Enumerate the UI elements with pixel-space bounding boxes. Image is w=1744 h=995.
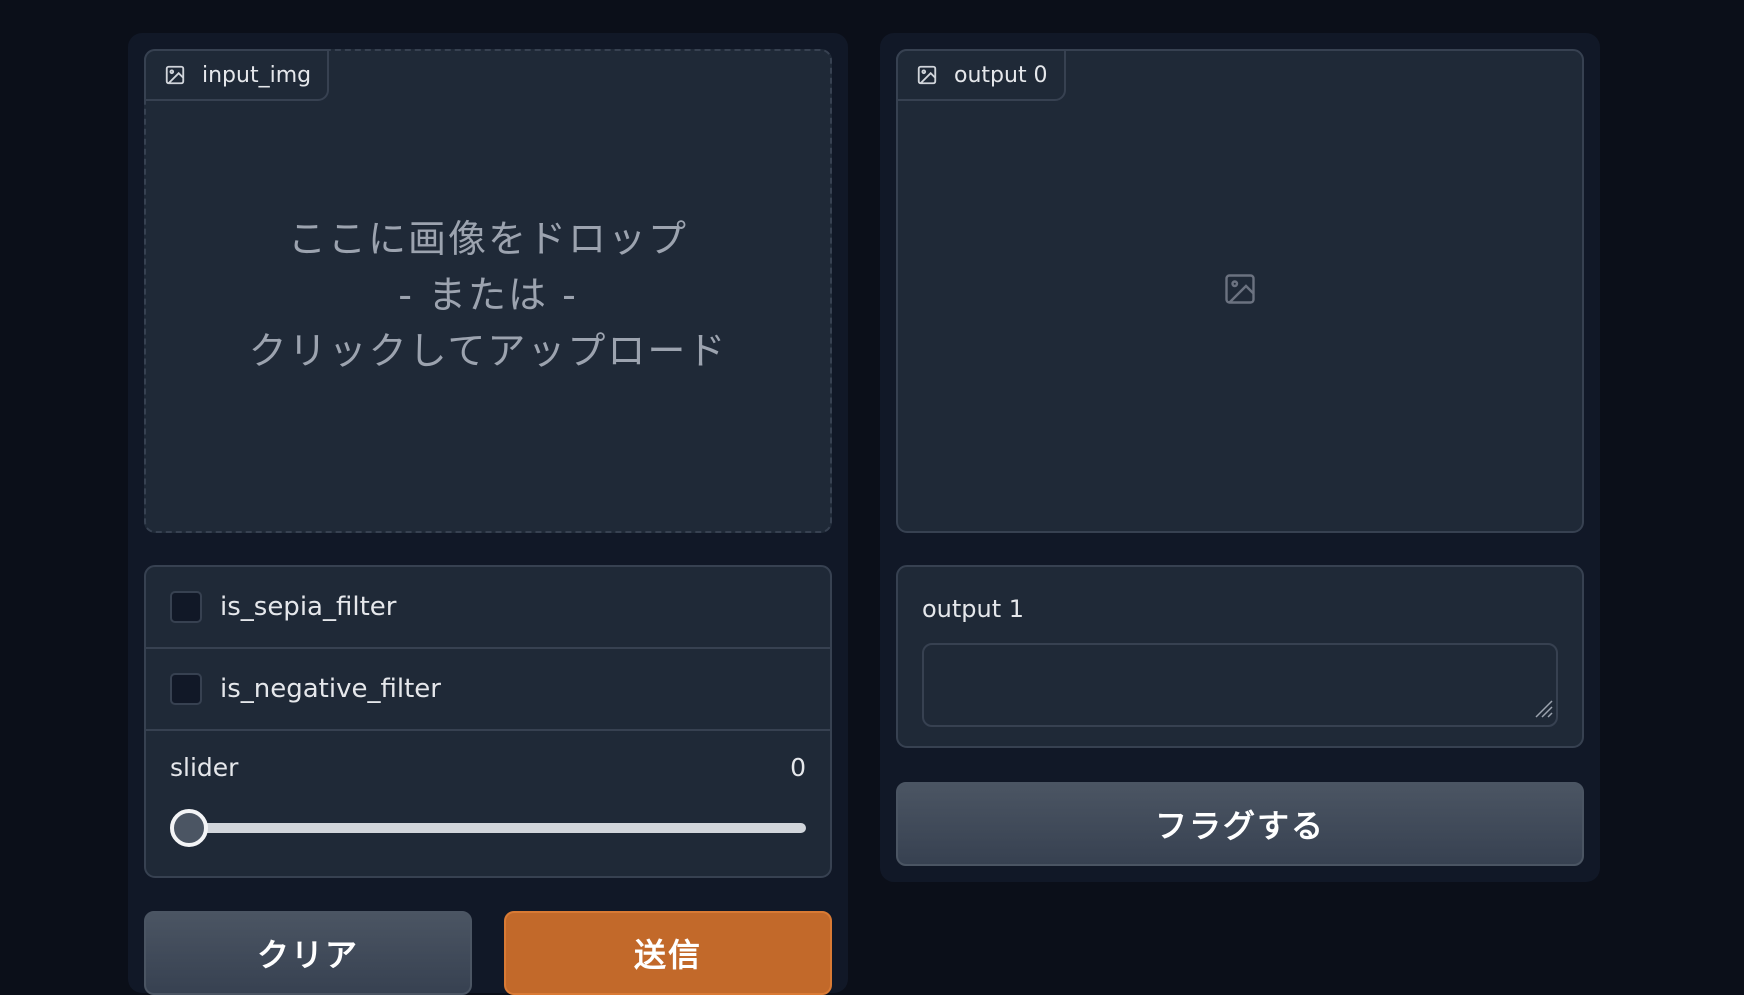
slider-control: slider 0 — [146, 731, 830, 878]
input-panel: input_img ここに画像をドロップ - または - クリックしてアップロー… — [128, 33, 848, 995]
drop-text-line2: - または - — [398, 273, 578, 317]
input-image-label: input_img — [144, 49, 330, 101]
output-image-label: output 0 — [896, 49, 1066, 101]
sepia-filter-checkbox[interactable] — [170, 591, 202, 623]
negative-filter-checkbox[interactable] — [170, 673, 202, 705]
sepia-filter-label: is_sepia_filter — [220, 592, 397, 622]
sepia-filter-row[interactable]: is_sepia_filter — [146, 567, 830, 649]
submit-button[interactable]: 送信 — [504, 911, 832, 995]
output-panel: output 0 output 1 フラグする — [880, 33, 1600, 882]
slider-label: slider — [170, 753, 239, 782]
slider-thumb[interactable] — [170, 809, 208, 847]
output-text-block: output 1 — [896, 565, 1584, 748]
output-textarea[interactable] — [922, 643, 1558, 727]
clear-button[interactable]: クリア — [144, 911, 472, 995]
negative-filter-label: is_negative_filter — [220, 674, 441, 704]
output-image-label-text: output 0 — [954, 62, 1048, 88]
resize-handle-icon[interactable] — [1528, 693, 1554, 723]
output-image-display: output 0 — [896, 49, 1584, 533]
input-image-label-text: input_img — [202, 62, 312, 88]
slider-track[interactable] — [188, 823, 806, 833]
drop-text-line1: ここに画像をドロップ — [287, 217, 688, 261]
drop-instructions: ここに画像をドロップ - または - クリックしてアップロード — [146, 211, 830, 379]
output-text-label: output 1 — [922, 595, 1025, 623]
controls-group: is_sepia_filter is_negative_filter slide… — [144, 565, 832, 878]
flag-button[interactable]: フラグする — [896, 782, 1584, 866]
image-upload-dropzone[interactable]: input_img ここに画像をドロップ - または - クリックしてアップロー… — [144, 49, 832, 533]
negative-filter-row[interactable]: is_negative_filter — [146, 649, 830, 731]
drop-text-line3: クリックしてアップロード — [248, 329, 728, 373]
image-placeholder-icon — [1222, 271, 1258, 311]
image-icon — [916, 64, 938, 86]
slider-value[interactable]: 0 — [790, 753, 806, 782]
image-icon — [164, 64, 186, 86]
